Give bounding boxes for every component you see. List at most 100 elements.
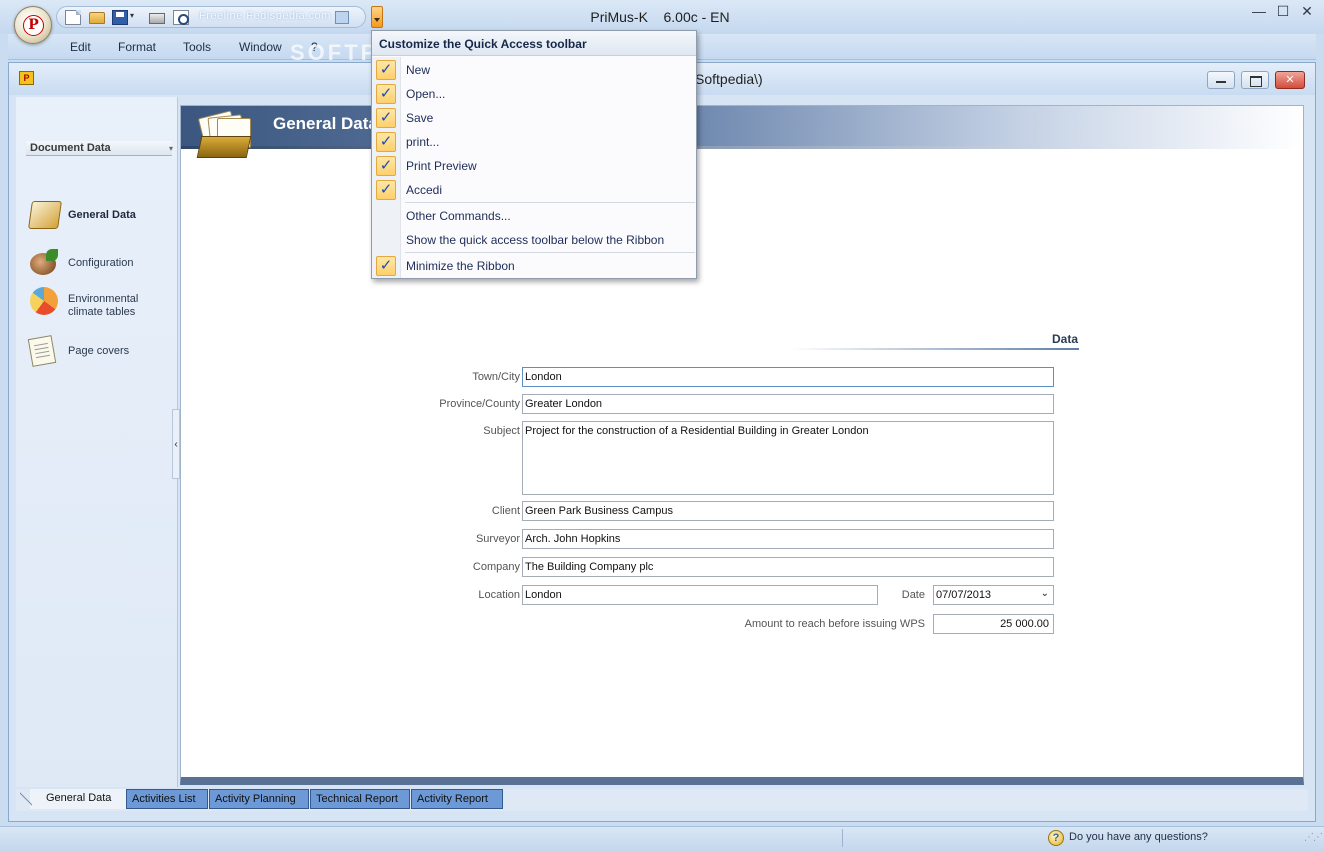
nav-item-page-covers[interactable]: Page covers bbox=[27, 335, 178, 369]
checkmark-icon: ✓ bbox=[376, 84, 396, 104]
status-bar: ? Do you have any questions? ⋰⋰ bbox=[0, 826, 1324, 852]
general-data-icon bbox=[28, 201, 62, 229]
title-bar: ▾ Freeline Fedispedia.com PriMus-K 6.00c… bbox=[0, 0, 1324, 34]
data-group-caption: Data bbox=[1052, 332, 1079, 346]
save-dropdown-arrow-icon[interactable]: ▾ bbox=[130, 11, 138, 26]
nav-item-general-data[interactable]: General Data bbox=[28, 201, 178, 233]
menu-format[interactable]: Format bbox=[118, 40, 156, 54]
section-title: General Data bbox=[273, 114, 378, 133]
menu-item-other-commands[interactable]: Other Commands... bbox=[372, 204, 696, 228]
menu-item-save[interactable]: ✓ Save bbox=[372, 106, 696, 130]
navigation-pane: Document Data ▾ General Data Configurati… bbox=[16, 97, 178, 787]
town-city-input[interactable]: London bbox=[522, 367, 1054, 387]
window-close-button[interactable]: ✕ bbox=[1293, 3, 1321, 21]
menu-item-accedi[interactable]: ✓ Accedi bbox=[372, 178, 696, 202]
menu-item-label: Open... bbox=[406, 87, 446, 101]
accedi-icon[interactable] bbox=[335, 11, 349, 24]
nav-item-configuration[interactable]: Configuration bbox=[30, 249, 178, 279]
document-title: Softpedia\) bbox=[695, 71, 763, 87]
nav-item-label: Environmental climate tables bbox=[68, 293, 139, 318]
menu-item-label: Minimize the Ribbon bbox=[406, 259, 515, 273]
menu-item-label: Save bbox=[406, 111, 434, 125]
data-group-divider bbox=[791, 348, 1079, 350]
company-label: Company bbox=[472, 561, 520, 573]
menu-item-print[interactable]: ✓ print... bbox=[372, 130, 696, 154]
date-picker[interactable]: 07/07/2013 ⌄ bbox=[933, 585, 1054, 605]
tab-activity-report[interactable]: Activity Report bbox=[411, 789, 503, 809]
nav-item-environmental-climate-tables[interactable]: Environmental climate tables bbox=[30, 287, 178, 323]
resize-grip-icon[interactable]: ⋰⋰ bbox=[1304, 832, 1323, 843]
menu-edit[interactable]: Edit bbox=[70, 40, 91, 54]
nav-section-header[interactable]: Document Data ▾ bbox=[26, 141, 174, 156]
province-county-input[interactable]: Greater London bbox=[522, 394, 1054, 414]
qat-menu-header: Customize the Quick Access toolbar bbox=[372, 31, 696, 56]
tab-general-data[interactable]: General Data bbox=[20, 789, 126, 809]
menu-item-show-below-ribbon[interactable]: Show the quick access toolbar below the … bbox=[372, 228, 696, 252]
menu-item-label: print... bbox=[406, 135, 440, 149]
general-data-panel: General Data Data Town/City London Provi… bbox=[180, 105, 1304, 785]
print-icon[interactable] bbox=[149, 13, 165, 24]
client-label: Client bbox=[491, 505, 520, 517]
checkmark-icon: ✓ bbox=[376, 60, 396, 80]
document-restore-button[interactable] bbox=[1241, 71, 1269, 89]
menu-item-label: Accedi bbox=[406, 183, 443, 197]
amount-wps-input[interactable]: 25 000.00 bbox=[933, 614, 1054, 634]
quick-access-toolbar: ▾ Freeline Fedispedia.com bbox=[56, 6, 366, 28]
environmental-icon bbox=[30, 287, 58, 315]
pane-splitter-collapse-button[interactable]: ‹ bbox=[172, 409, 180, 479]
print-preview-icon[interactable] bbox=[173, 10, 189, 25]
section-banner-underline bbox=[181, 146, 1303, 149]
subject-textarea[interactable]: Project for the construction of a Reside… bbox=[522, 421, 1054, 495]
tab-activities-list[interactable]: Activities List bbox=[126, 789, 208, 809]
surveyor-input[interactable]: Arch. John Hopkins bbox=[522, 529, 1054, 549]
menu-separator bbox=[405, 202, 695, 203]
open-folder-icon[interactable] bbox=[89, 12, 105, 24]
company-input[interactable]: The Building Company plc bbox=[522, 557, 1054, 577]
menu-item-open[interactable]: ✓ Open... bbox=[372, 82, 696, 106]
date-label: Date bbox=[901, 589, 925, 601]
menu-tools[interactable]: Tools bbox=[183, 40, 211, 54]
menu-item-label: Print Preview bbox=[406, 159, 477, 173]
menu-window[interactable]: Window bbox=[239, 40, 282, 54]
app-logo-icon: P bbox=[23, 15, 44, 36]
app-orb-button[interactable]: P bbox=[14, 6, 52, 44]
menu-item-print-preview[interactable]: ✓ Print Preview bbox=[372, 154, 696, 178]
card-box-icon bbox=[195, 110, 253, 160]
chevron-down-icon: ▾ bbox=[169, 144, 174, 153]
nav-item-label: Configuration bbox=[68, 257, 134, 269]
document-minimize-button[interactable] bbox=[1207, 71, 1235, 89]
location-label: Location bbox=[478, 589, 520, 601]
document-tab-bar: General Data Activities List Activity Pl… bbox=[16, 789, 1308, 811]
page-covers-icon bbox=[27, 335, 57, 367]
surveyor-label: Surveyor bbox=[475, 533, 520, 545]
tab-technical-report[interactable]: Technical Report bbox=[310, 789, 410, 809]
nav-item-label: General Data bbox=[68, 209, 136, 221]
menu-separator bbox=[405, 252, 695, 253]
chevron-down-icon[interactable]: ⌄ bbox=[1041, 588, 1049, 599]
checkmark-icon: ✓ bbox=[376, 256, 396, 276]
new-document-icon[interactable] bbox=[65, 10, 81, 25]
qat-customize-button[interactable] bbox=[371, 6, 383, 28]
checkmark-icon: ✓ bbox=[376, 156, 396, 176]
client-input[interactable]: Green Park Business Campus bbox=[522, 501, 1054, 521]
qat-customize-menu: Customize the Quick Access toolbar ✓ New… bbox=[371, 30, 697, 279]
checkmark-icon: ✓ bbox=[376, 132, 396, 152]
menu-item-label: New bbox=[406, 63, 431, 77]
help-icon[interactable]: ? bbox=[1048, 830, 1064, 846]
town-city-label: Town/City bbox=[472, 371, 520, 383]
status-help-text[interactable]: Do you have any questions? bbox=[1069, 831, 1208, 843]
subject-label: Subject bbox=[483, 425, 520, 437]
tab-activity-planning[interactable]: Activity Planning bbox=[209, 789, 309, 809]
checkmark-icon: ✓ bbox=[376, 180, 396, 200]
nav-header-label: Document Data bbox=[30, 142, 111, 154]
save-icon[interactable] bbox=[112, 10, 128, 25]
app-title: PriMus-K 6.00c - EN bbox=[590, 9, 730, 25]
status-separator bbox=[842, 829, 843, 847]
menu-item-minimize-ribbon[interactable]: ✓ Minimize the Ribbon bbox=[372, 254, 696, 278]
menu-item-new[interactable]: ✓ New bbox=[372, 58, 696, 82]
date-value: 07/07/2013 bbox=[936, 589, 992, 601]
document-close-button[interactable]: ✕ bbox=[1275, 71, 1305, 89]
menu-item-label: Other Commands... bbox=[406, 209, 511, 223]
qat-watermark-text: Freeline Fedispedia.com bbox=[199, 10, 331, 22]
menu-item-label: Show the quick access toolbar below the … bbox=[406, 233, 665, 247]
